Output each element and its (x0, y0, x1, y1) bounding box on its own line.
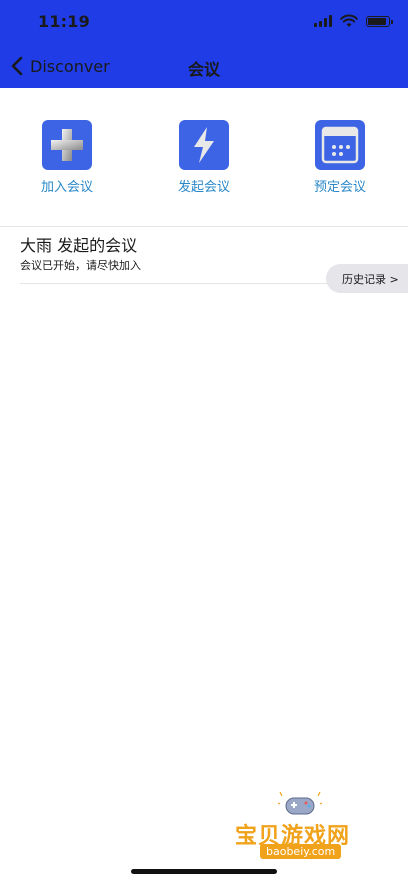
page-title: 会议 (187, 60, 220, 79)
start-meeting-label: 发起会议 (177, 180, 230, 195)
game-controller-icon (278, 792, 322, 815)
header: 11:19 Disconver 会议 (0, 0, 408, 88)
status-indicators (314, 14, 393, 28)
meeting-divider (20, 283, 330, 284)
home-indicator (131, 869, 277, 874)
status-bar: 11:19 (0, 0, 408, 44)
lightning-icon (194, 127, 214, 163)
status-time: 11:19 (38, 12, 90, 31)
wifi-icon (340, 14, 358, 27)
action-grid: 加入会议 发起会议 预定会议 (0, 120, 408, 200)
join-meeting-button[interactable]: 加入会议 (12, 120, 122, 195)
watermark: 宝贝游戏网 baobeiy.com (230, 792, 380, 862)
plus-icon (51, 129, 83, 161)
nav-bar: Disconver 会议 (0, 44, 408, 88)
section-divider (0, 226, 408, 227)
calendar-icon (321, 126, 359, 164)
start-meeting-tile (179, 120, 229, 170)
watermark-url: baobeiy.com (260, 844, 342, 859)
battery-icon (366, 15, 393, 27)
join-meeting-label: 加入会议 (40, 180, 93, 195)
signal-icon (314, 15, 332, 27)
schedule-meeting-tile (315, 120, 365, 170)
meeting-title: 大雨 发起的会议 (20, 236, 138, 255)
join-meeting-tile (42, 120, 92, 170)
schedule-meeting-button[interactable]: 预定会议 (285, 120, 395, 195)
schedule-meeting-label: 预定会议 (313, 180, 366, 195)
start-meeting-button[interactable]: 发起会议 (149, 120, 259, 195)
history-button[interactable]: 历史记录 > (326, 264, 408, 293)
